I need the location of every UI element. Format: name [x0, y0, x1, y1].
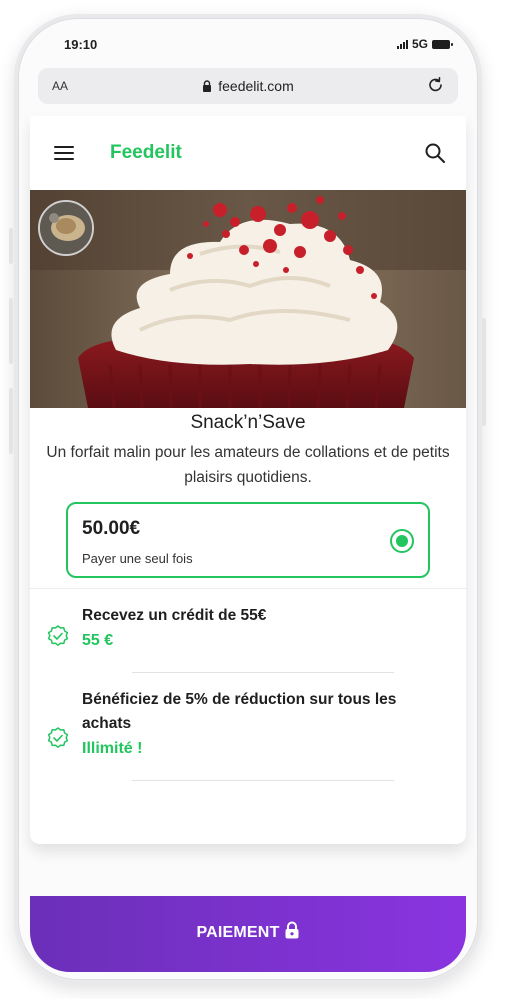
power-button [482, 318, 486, 426]
feature-text: Recevez un crédit de 55€ [82, 607, 267, 624]
feature-divider [132, 780, 394, 781]
search-icon[interactable] [424, 142, 446, 164]
content-card: Feedelit Snack’n’Save Un forfait malin p… [30, 116, 466, 844]
lock-icon [285, 921, 299, 939]
status-indicators: 5G [396, 37, 453, 51]
price-option[interactable]: 50.00€ Payer une seul fois [66, 502, 430, 578]
price-value: 50.00€ [82, 518, 141, 539]
status-bar: 19:10 5G [30, 32, 466, 62]
feature-item-discount: Bénéficiez de 5% de réduction sur tous l… [46, 688, 456, 784]
pay-label-text: PAIEMENT [196, 924, 280, 941]
price-note: Payer une seul fois [82, 551, 193, 566]
product-title: Snack’n’Save [190, 412, 306, 433]
feature-text: Bénéficiez de 5% de réduction sur tous l… [82, 691, 397, 732]
phone-screen: 19:10 5G AA feedelit.com Feedelit Snack’… [30, 32, 466, 972]
url-text: feedelit.com [218, 78, 294, 94]
status-time: 19:10 [64, 37, 98, 52]
network-type: 5G [411, 37, 428, 51]
feature-divider [132, 672, 394, 673]
url-display[interactable]: feedelit.com [38, 78, 458, 94]
brand-logo[interactable]: Feedelit [110, 142, 182, 164]
product-description: Un forfait malin pour les amateurs de co… [46, 444, 450, 486]
menu-icon[interactable] [54, 146, 74, 160]
pay-button-label: PAIEMENT [30, 921, 466, 942]
avatar[interactable] [38, 200, 94, 256]
volume-up-button [9, 298, 13, 364]
avatar-image [40, 202, 92, 254]
price-radio[interactable] [390, 529, 414, 553]
feature-value: Illimité ! [82, 740, 143, 757]
cupcake-image [30, 190, 466, 408]
badge-check-icon [47, 625, 69, 646]
reload-icon[interactable] [426, 75, 446, 95]
divider [30, 588, 466, 589]
volume-down-button [9, 388, 13, 454]
badge-check-icon [47, 727, 69, 748]
padlock-icon [203, 80, 212, 92]
battery-icon [432, 39, 453, 49]
feature-value: 55 € [82, 632, 114, 649]
browser-url-bar[interactable]: AA feedelit.com [38, 68, 458, 104]
pay-button[interactable]: PAIEMENT [30, 896, 466, 972]
top-nav: Feedelit [30, 116, 466, 190]
signal-icon [396, 39, 408, 49]
mute-switch [9, 228, 13, 264]
